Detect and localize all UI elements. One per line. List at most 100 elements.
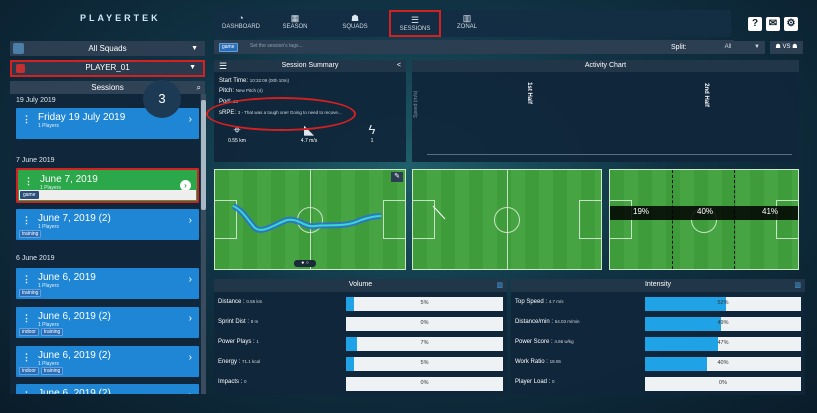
session-summary-header: ☰ Session Summary < <box>214 60 406 72</box>
more-icon[interactable]: ⋮ <box>22 390 31 394</box>
more-icon[interactable]: ⋮ <box>22 114 31 125</box>
metric-name: Impacts : <box>218 379 243 385</box>
session-tag[interactable]: game <box>219 43 238 52</box>
metric-bar: 40% <box>645 357 801 371</box>
edit-icon[interactable]: ✎ <box>391 172 403 182</box>
carousel-dots[interactable]: ● ○ <box>294 260 316 267</box>
split-label: Split: <box>671 44 687 51</box>
top-speed-value: 4.7 m/s <box>300 138 318 144</box>
second-half-label: 2nd Half <box>702 83 709 107</box>
settings-icon[interactable]: ⚙ <box>784 17 798 31</box>
session-tag-bar[interactable]: game Set the session's tags... ☗ <box>214 40 734 54</box>
metric-label: Energy : 71.1 kcal <box>218 359 260 365</box>
session-card[interactable]: ⋮ June 6, 2019 (2) › <box>16 384 199 394</box>
session-card[interactable]: ⋮ June 7, 2019 1 Players › game <box>16 168 199 203</box>
metric-name: Work Ratio : <box>515 359 548 365</box>
session-title: June 6, 2019 (2) <box>38 311 111 322</box>
squad-avatar-icon <box>13 43 24 54</box>
metric-value: 8 m <box>250 319 259 324</box>
metric-label: Distance/min : 54.03 m/min <box>515 319 579 325</box>
more-icon[interactable]: ⋮ <box>22 352 31 363</box>
metric-name: Distance : <box>218 299 245 305</box>
brand-logo: PLAYERTEK <box>80 13 161 23</box>
session-card[interactable]: ⋮ June 6, 2019 (2) 1 Players › indoor trainin… <box>16 307 199 338</box>
intensity-panel: Intensity ▥ Top Speed : 4.7 m/s 52% Distanc… <box>511 279 805 395</box>
activity-x-axis <box>427 154 792 155</box>
more-icon[interactable]: ⋮ <box>22 274 31 285</box>
session-tag: game <box>20 191 39 199</box>
mail-icon[interactable]: ✉ <box>766 17 780 31</box>
session-card[interactable]: ⋮ June 7, 2019 (2) 1 Players › training <box>16 209 199 240</box>
metric-label: Top Speed : 4.7 m/s <box>515 299 563 305</box>
vs-label: VS <box>782 44 791 50</box>
volume-row: Energy : 71.1 kcal 5% <box>214 354 507 373</box>
metric-label: Work Ratio : 18.06 <box>515 359 561 365</box>
srpe-rating-circle: 3 <box>143 80 181 118</box>
nav-season[interactable]: ▦ SEASON <box>269 10 321 37</box>
player-avatar-icon <box>16 64 25 73</box>
bar-chart-icon[interactable]: ▥ <box>496 280 503 292</box>
session-card[interactable]: ⋮ June 6, 2019 (2) 1 Players › indoor trainin… <box>16 346 199 377</box>
help-icon[interactable]: ? <box>748 17 762 31</box>
session-title: June 6, 2019 (2) <box>38 388 111 394</box>
bar-chart-icon[interactable]: ▥ <box>794 280 801 292</box>
chevron-right-icon: › <box>188 352 192 363</box>
more-icon[interactable]: ⋮ <box>22 313 31 324</box>
zone-pitch[interactable] <box>609 169 799 270</box>
first-half-label: 1st Half <box>525 82 532 104</box>
metric-bar: 5% <box>346 357 503 371</box>
menu-icon[interactable]: ☰ <box>219 60 227 72</box>
metric-percent: 52% <box>717 300 729 306</box>
compare-vs-button[interactable]: ☗ VS ☗ <box>770 41 803 54</box>
sprint-pitch[interactable] <box>412 169 602 270</box>
zone-percentage: 41% <box>762 207 779 216</box>
metric-value: 1 <box>256 339 259 344</box>
metric-bar: 49% <box>645 317 801 331</box>
metric-bar: 47% <box>645 337 801 351</box>
more-icon[interactable]: ⋮ <box>24 176 33 187</box>
lightning-icon: ϟ <box>368 122 376 137</box>
intensity-title: Intensity <box>644 281 672 288</box>
scrollbar-thumb[interactable] <box>201 100 206 210</box>
activity-chart-header: Activity Chart <box>412 60 799 72</box>
player-select[interactable]: PLAYER_01 ▼ <box>10 60 205 77</box>
metric-label: Player Load : 0 <box>515 379 555 385</box>
session-tag: training <box>19 230 42 238</box>
squad-select-value: All Squads <box>88 44 127 53</box>
metric-percent: 5% <box>420 300 429 306</box>
tags-input[interactable]: Set the session's tags... <box>250 43 303 49</box>
session-title: June 7, 2019 (2) <box>38 213 111 224</box>
start-label: Start Time: <box>219 78 249 84</box>
metric-name: Power Plays : <box>218 339 255 345</box>
calendar-icon: ▦ <box>290 13 300 23</box>
bar-chart-icon: ▥ <box>462 13 472 23</box>
metric-name: Sprint Dist : <box>218 319 250 325</box>
search-icon[interactable]: ⌕ <box>197 81 201 94</box>
nav-label: DASHBOARD <box>221 24 260 30</box>
nav-sessions[interactable]: ☰ SESSIONS <box>389 10 441 37</box>
chevron-down-icon: ▼ <box>191 45 198 52</box>
nav-dashboard[interactable]: ◔ DASHBOARD <box>215 10 267 37</box>
nav-squads[interactable]: ☗ SQUADS <box>329 10 381 37</box>
session-tag: training <box>40 328 64 336</box>
nav-label: SEASON <box>282 24 308 30</box>
activity-chart-title: Activity Chart <box>584 62 627 69</box>
more-icon[interactable]: ⋮ <box>22 215 31 226</box>
sprint-line <box>432 205 446 220</box>
session-scrollbar[interactable] <box>201 94 206 394</box>
metric-label: Power Score : 4.66 w/kg <box>515 339 574 345</box>
metric-value: 4.7 m/s <box>548 299 564 304</box>
intensity-row: Power Score : 4.66 w/kg 47% <box>511 334 805 353</box>
squads-icon: ☗ <box>350 13 360 23</box>
split-select[interactable]: All ▼ <box>691 41 765 54</box>
nav-zonal[interactable]: ▥ ZONAL <box>441 10 493 37</box>
squad-select[interactable]: All Squads ▼ <box>10 41 205 56</box>
activity-chart-panel: Activity Chart Speed (m/s) 1st Half 2nd … <box>412 60 799 162</box>
metric-name: Distance/min : <box>515 319 554 325</box>
volume-panel: Volume ▥ Distance : 0.55 km 5% Sprint Dist … <box>214 279 507 395</box>
share-icon[interactable]: < <box>397 60 401 72</box>
session-card[interactable]: ⋮ June 6, 2019 1 Players › training <box>16 268 199 299</box>
heatmap-pitch[interactable]: ✎ ● ○ <box>214 169 406 270</box>
zone-percentage: 19% <box>633 207 650 216</box>
session-date-header: 6 June 2019 <box>16 255 55 262</box>
